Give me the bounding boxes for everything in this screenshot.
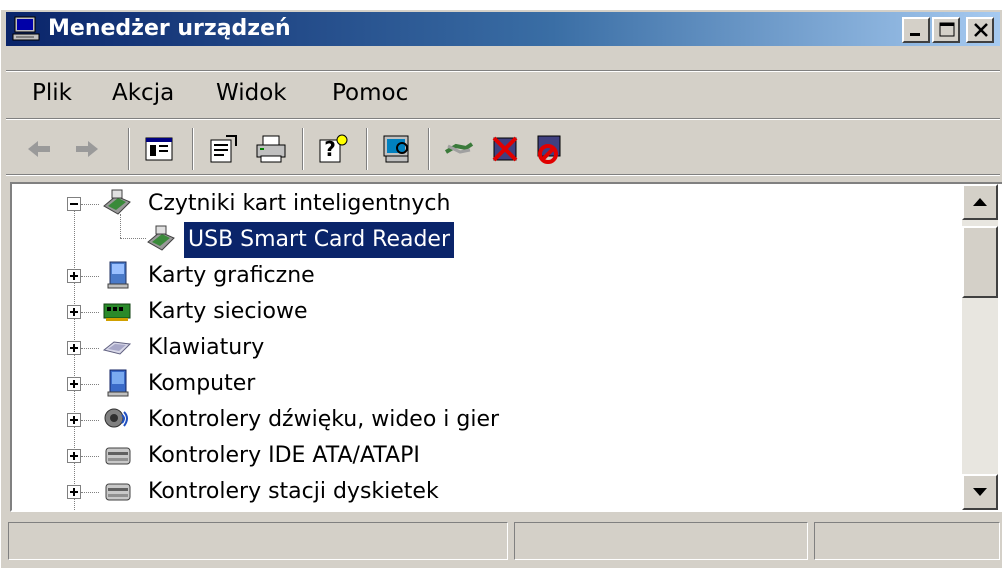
status-panel — [814, 522, 1000, 560]
tree-connector — [120, 238, 146, 239]
minimize-button[interactable] — [902, 17, 930, 43]
collapse-icon[interactable] — [67, 197, 81, 211]
toolbar-separator — [428, 128, 430, 170]
print-icon[interactable] — [254, 132, 288, 166]
expand-icon[interactable] — [67, 449, 81, 463]
tree-connector — [81, 492, 99, 493]
keyboard-icon — [102, 332, 132, 362]
ide-controller-icon — [102, 440, 132, 470]
menu-widok[interactable]: Widok — [216, 76, 287, 110]
expand-icon[interactable] — [67, 377, 81, 391]
smart-card-reader-icon — [146, 224, 176, 254]
back-arrow-icon[interactable] — [22, 132, 56, 166]
menu-plik[interactable]: Plik — [32, 76, 72, 110]
svg-text:?: ? — [324, 137, 336, 161]
minimize-icon — [910, 33, 920, 36]
tree-category-label: Karty graficzne — [148, 263, 315, 288]
tree-category[interactable]: Kontrolery dźwięku, wideo i gier — [12, 402, 952, 438]
tree-category[interactable]: Kontrolery stacji dyskietek — [12, 474, 952, 510]
forward-arrow-icon[interactable] — [70, 132, 104, 166]
expand-icon[interactable] — [67, 485, 81, 499]
tree-connector — [81, 312, 99, 313]
arrow-up-icon — [973, 198, 987, 206]
smart-card-reader-icon — [102, 188, 132, 218]
tree-category[interactable]: Karty graficzne — [12, 258, 952, 294]
tree-category-label: Czytniki kart inteligentnych — [148, 191, 451, 216]
toolbar-separator — [366, 128, 368, 170]
tree-category-label: Kontrolery dźwięku, wideo i gier — [148, 407, 500, 432]
tree-connector — [81, 348, 99, 349]
vertical-scrollbar[interactable] — [962, 184, 998, 510]
menu-separator-bottom — [6, 118, 1000, 120]
close-icon — [974, 23, 988, 37]
maximize-button[interactable] — [932, 17, 960, 43]
computer-icon — [102, 368, 132, 398]
toolbar-separator-bottom — [6, 174, 1000, 176]
uninstall-icon[interactable] — [488, 132, 522, 166]
status-panel — [514, 522, 808, 560]
expand-icon[interactable] — [67, 413, 81, 427]
tree-category-label: Kontrolery IDE ATA/ATAPI — [148, 443, 420, 468]
display-adapter-icon — [102, 260, 132, 290]
tree-category[interactable]: Karty sieciowe — [12, 294, 952, 330]
network-adapter-icon — [102, 296, 132, 326]
toolbar-separator — [192, 128, 194, 170]
tree-category-label: Kontrolery stacji dyskietek — [148, 479, 439, 504]
tree-category-label: Komputer — [148, 371, 256, 396]
tree-category[interactable]: Komputer — [12, 366, 952, 402]
close-button[interactable] — [966, 17, 994, 43]
tree-category[interactable]: Kontrolery IDE ATA/ATAPI — [12, 438, 952, 474]
tree-category[interactable]: Klawiatury — [12, 330, 952, 366]
floppy-controller-icon — [102, 476, 132, 506]
tree-category-label: Klawiatury — [148, 335, 265, 360]
menu-separator-top — [6, 70, 1000, 72]
tree-connector — [81, 204, 99, 205]
tree-category-label: Karty sieciowe — [148, 299, 308, 324]
expand-icon[interactable] — [67, 341, 81, 355]
expand-icon[interactable] — [67, 269, 81, 283]
menu-pomoc[interactable]: Pomoc — [332, 76, 408, 110]
tree-connector — [81, 420, 99, 421]
scan-hardware-icon[interactable] — [380, 132, 414, 166]
device-tree[interactable]: Czytniki kart inteligentnych USB Smart C… — [10, 182, 1002, 512]
tree-category[interactable]: Czytniki kart inteligentnych — [12, 186, 952, 222]
scroll-down-button[interactable] — [962, 474, 998, 510]
expand-icon[interactable] — [67, 305, 81, 319]
arrow-down-icon — [973, 488, 987, 496]
tree-device[interactable]: USB Smart Card Reader — [12, 221, 952, 259]
title-bar[interactable]: Menedżer urządzeń — [6, 12, 1000, 46]
toolbar-separator — [302, 128, 304, 170]
computer-icon — [12, 16, 40, 42]
scroll-thumb[interactable] — [962, 226, 998, 298]
toolbar-separator — [128, 128, 130, 170]
update-driver-icon[interactable] — [442, 132, 476, 166]
tree-connector — [81, 384, 99, 385]
tree-device-label: USB Smart Card Reader — [182, 221, 456, 259]
sound-controller-icon — [102, 404, 132, 434]
scroll-up-button[interactable] — [962, 184, 998, 220]
status-panel — [8, 522, 508, 560]
menu-akcja[interactable]: Akcja — [112, 76, 174, 110]
show-hide-tree-icon[interactable] — [142, 132, 176, 166]
window-title: Menedżer urządzeń — [48, 16, 291, 41]
disable-icon[interactable] — [532, 132, 566, 166]
maximize-icon — [939, 22, 955, 37]
help-icon[interactable]: ? — [316, 132, 350, 166]
tree-connector — [81, 276, 99, 277]
properties-icon[interactable] — [206, 132, 240, 166]
tree-connector — [81, 456, 99, 457]
